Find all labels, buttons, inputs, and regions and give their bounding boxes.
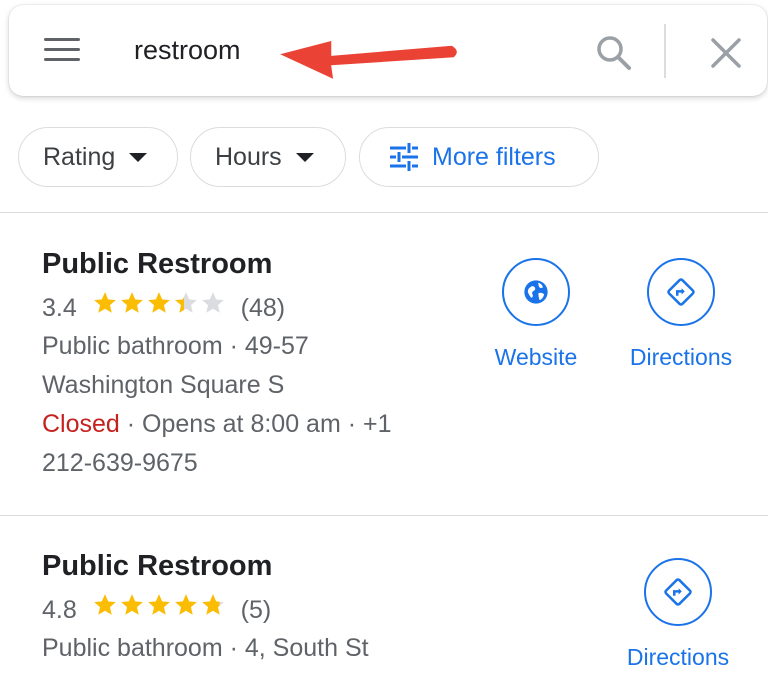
- directions-label: Directions: [626, 644, 730, 670]
- star-icon: [174, 292, 197, 313]
- search-icon[interactable]: [594, 33, 634, 73]
- close-icon[interactable]: [706, 33, 746, 73]
- star-rating-icon: [92, 290, 226, 323]
- rating-row: 4.8 (5): [42, 592, 272, 628]
- website-label: Website: [494, 344, 578, 370]
- more-filters-chip[interactable]: More filters: [359, 127, 599, 187]
- star-icon: [201, 292, 224, 313]
- directions-button[interactable]: Directions: [611, 258, 751, 371]
- star-icon: [120, 594, 143, 615]
- category-address: Public bathroom · 4, South St: [42, 634, 369, 662]
- directions-button[interactable]: Directions: [608, 558, 748, 671]
- red-arrow-annotation: [275, 39, 459, 82]
- rating-row: 3.4 (48): [42, 290, 285, 326]
- rating-filter-chip[interactable]: Rating: [18, 127, 178, 187]
- star-icon: [120, 292, 143, 313]
- tune-filters-icon: [390, 143, 418, 171]
- hours-filter-label: Hours: [215, 142, 282, 171]
- star-icon: [147, 292, 170, 313]
- star-icon: [201, 594, 224, 615]
- directions-label: Directions: [629, 344, 733, 370]
- hamburger-menu-icon[interactable]: [44, 36, 80, 64]
- search-input[interactable]: restroom: [134, 32, 241, 68]
- hours-detail: · Opens at 8:00 am · +1: [119, 410, 392, 438]
- hours-filter-chip[interactable]: Hours: [190, 127, 346, 187]
- review-count[interactable]: (5): [241, 596, 272, 624]
- rating-value: 3.4: [42, 294, 77, 323]
- chevron-down-icon: [295, 152, 314, 162]
- chevron-down-icon: [129, 152, 148, 162]
- more-filters-label: More filters: [432, 142, 556, 171]
- phone-number: 212-639-9675: [42, 449, 198, 477]
- result-title[interactable]: Public Restroom: [42, 248, 272, 281]
- rating-value: 4.8: [42, 596, 77, 625]
- star-rating-icon: [92, 592, 226, 625]
- star-icon: [174, 594, 197, 615]
- hours-row: Closed · Opens at 8:00 am · +1: [42, 410, 392, 439]
- star-icon: [93, 292, 116, 313]
- status-closed: Closed: [42, 410, 120, 438]
- result-title[interactable]: Public Restroom: [42, 550, 272, 583]
- rating-filter-label: Rating: [43, 142, 116, 171]
- search-divider: [664, 24, 666, 78]
- result-divider: [0, 515, 768, 516]
- directions-icon: [664, 578, 692, 606]
- review-count[interactable]: (48): [241, 294, 285, 322]
- globe-icon: [524, 280, 548, 304]
- directions-icon: [667, 278, 695, 306]
- address-line: Washington Square S: [42, 371, 285, 399]
- star-icon: [147, 594, 170, 615]
- star-icon: [93, 594, 116, 615]
- filters-divider: [0, 212, 768, 213]
- category-address: Public bathroom · 49-57: [42, 332, 309, 360]
- website-button[interactable]: Website: [466, 258, 606, 371]
